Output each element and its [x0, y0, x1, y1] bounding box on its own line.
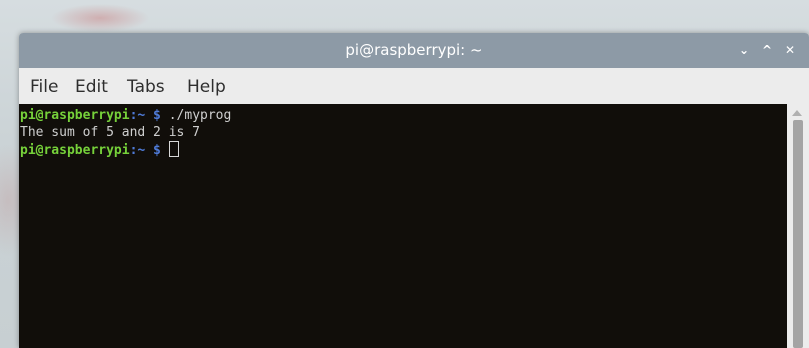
- scroll-up-icon[interactable]: [792, 110, 802, 116]
- menu-help[interactable]: Help: [187, 77, 226, 97]
- window-title: pi@raspberrypi: ~: [345, 41, 483, 59]
- prompt-user: pi@raspberrypi: [20, 143, 130, 158]
- close-button[interactable]: ✕: [779, 39, 801, 61]
- prompt-symbol: $: [145, 143, 161, 158]
- menu-bar: File Edit Tabs Help: [19, 68, 809, 104]
- terminal-window: pi@raspberrypi: ~ ⌄ ^ ✕ File Edit Tabs H…: [19, 33, 809, 348]
- terminal-line: pi@raspberrypi:~ $ ./myprog: [20, 107, 787, 124]
- terminal-line: pi@raspberrypi:~ $: [20, 141, 787, 158]
- minimize-icon: ⌄: [738, 43, 750, 57]
- terminal-line: The sum of 5 and 2 is 7: [20, 124, 787, 141]
- maximize-icon: ^: [761, 43, 773, 57]
- menu-file[interactable]: File: [30, 77, 58, 97]
- menu-edit[interactable]: Edit: [75, 77, 108, 97]
- text-cursor: [168, 141, 179, 157]
- vertical-scrollbar[interactable]: [787, 104, 809, 348]
- title-bar[interactable]: pi@raspberrypi: ~ ⌄ ^ ✕: [19, 33, 809, 68]
- scroll-thumb[interactable]: [793, 120, 803, 348]
- command-text: [161, 143, 169, 158]
- maximize-button[interactable]: ^: [756, 39, 778, 61]
- prompt-symbol: $: [145, 108, 161, 123]
- program-output: The sum of 5 and 2 is 7: [20, 125, 201, 140]
- prompt-user: pi@raspberrypi: [20, 108, 130, 123]
- menu-tabs[interactable]: Tabs: [127, 77, 165, 97]
- terminal-output[interactable]: pi@raspberrypi:~ $ ./myprog The sum of 5…: [19, 104, 787, 348]
- minimize-button[interactable]: ⌄: [733, 39, 755, 61]
- command-text: ./myprog: [160, 108, 232, 123]
- close-icon: ✕: [784, 43, 796, 57]
